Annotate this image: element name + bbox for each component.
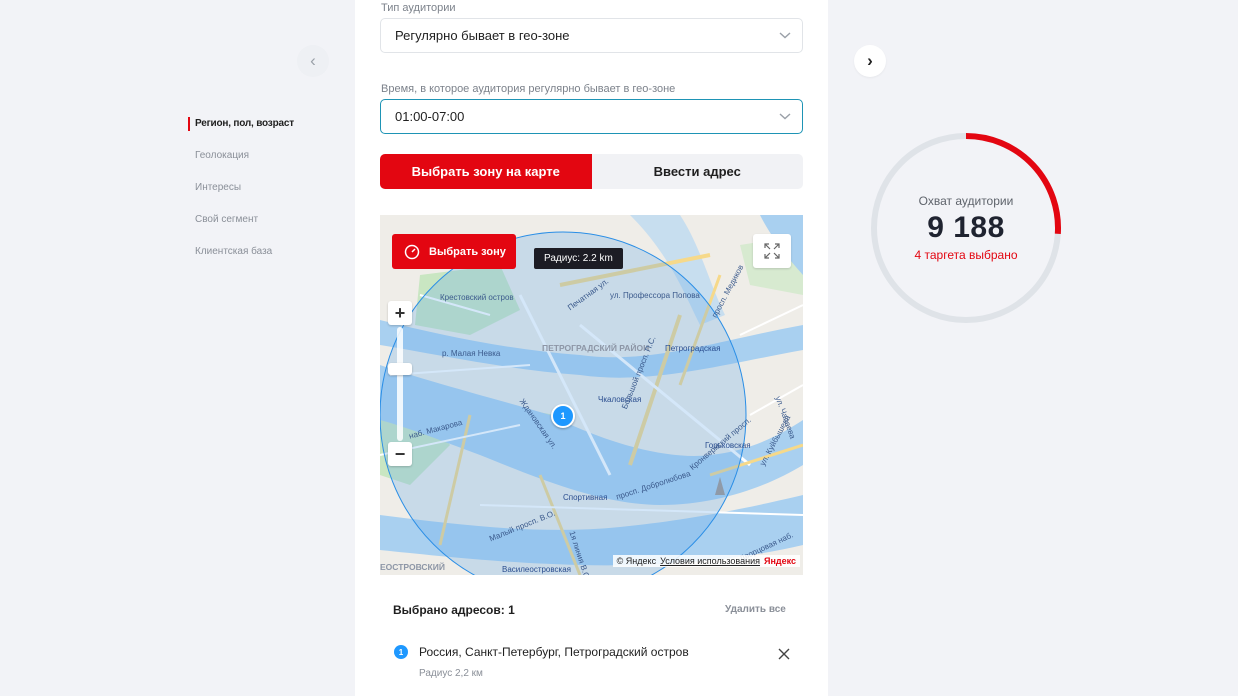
zoom-out-button[interactable]: − [388,442,412,466]
expand-icon [764,243,780,259]
map-copyright: © Яндекс Условия использования Яндекс [612,555,800,567]
reach-label: Охват аудитории [918,194,1014,208]
map-label-malaya-nevka: р. Малая Невка [442,349,501,358]
map[interactable]: Крестовский остров ПЕТРОГРАДСКИЙ РАЙОН П… [380,215,803,575]
address-number-badge: 1 [394,645,408,659]
map-label-petrogradsky-district: ПЕТРОГРАДСКИЙ РАЙОН [542,343,650,353]
time-label: Время, в которое аудитория регулярно быв… [381,83,676,95]
sidebar-item-region[interactable]: Регион, пол, возраст [188,117,338,131]
targets-selected: 4 таргета выбрано [914,248,1018,262]
address-text: Россия, Санкт-Петербург, Петроградский о… [419,645,689,659]
reach-summary: Охват аудитории 9 188 4 таргета выбрано [868,130,1064,326]
step-sidebar: Регион, пол, возраст Геолокация Интересы… [188,117,338,277]
zoom-slider-track[interactable] [397,327,403,441]
map-label-krestovsky: Крестовский остров [440,293,514,302]
select-zone-label: Выбрать зону [429,245,506,258]
radius-tooltip: Радиус: 2.2 km [534,248,623,269]
map-label-vasileostrovskaya: Василеостровская [502,565,571,574]
map-label-vasileostrovsky: ЕОСТРОВСКИЙ [380,562,445,572]
time-select[interactable]: 01:00-07:00 [380,99,803,134]
chevron-down-icon [779,32,791,39]
map-label-sportivnaya: Спортивная [563,493,608,502]
zoom-in-button[interactable]: + [388,301,412,325]
prev-step-button[interactable]: ‹ [297,45,329,77]
select-on-map-button[interactable]: Выбрать зону на карте [380,154,592,189]
terms-link[interactable]: Условия использования [660,556,760,566]
next-step-button[interactable]: › [854,45,886,77]
audience-type-value: Регулярно бывает в гео-зоне [395,28,570,43]
audience-type-label: Тип аудитории [381,2,456,14]
delete-all-button[interactable]: Удалить все [725,604,786,615]
chevron-down-icon [779,113,791,120]
zoom-slider-handle[interactable] [388,363,412,375]
map-label-petrogradskaya: Петроградская [665,344,721,353]
zone-mode-toggle: Выбрать зону на карте Ввести адрес [380,154,803,189]
selected-addresses-count: Выбрано адресов: 1 [393,603,515,617]
address-radius: Радиус 2,2 км [419,668,483,679]
sidebar-item-interests[interactable]: Интересы [188,181,338,213]
audience-type-select[interactable]: Регулярно бывает в гео-зоне [380,18,803,53]
map-pin[interactable]: 1 [551,404,575,428]
sidebar-item-geolocation[interactable]: Геолокация [188,149,338,181]
remove-address-icon[interactable] [777,647,791,661]
compass-icon [404,244,420,259]
fullscreen-button[interactable] [753,234,791,268]
select-zone-button[interactable]: Выбрать зону [392,234,516,269]
enter-address-button[interactable]: Ввести адрес [592,154,804,189]
yandex-logo[interactable]: Яндекс [764,556,796,566]
sidebar-item-custom-segment[interactable]: Свой сегмент [188,213,338,245]
map-label-prof-popova: ул. Профессора Попова [610,291,700,300]
sidebar-item-client-base[interactable]: Клиентская база [188,245,338,277]
reach-value: 9 188 [927,211,1005,244]
copyright-text: © Яндекс [616,556,657,566]
map-label-chkalovskaya: Чкаловская [598,395,642,404]
time-value: 01:00-07:00 [395,109,465,124]
